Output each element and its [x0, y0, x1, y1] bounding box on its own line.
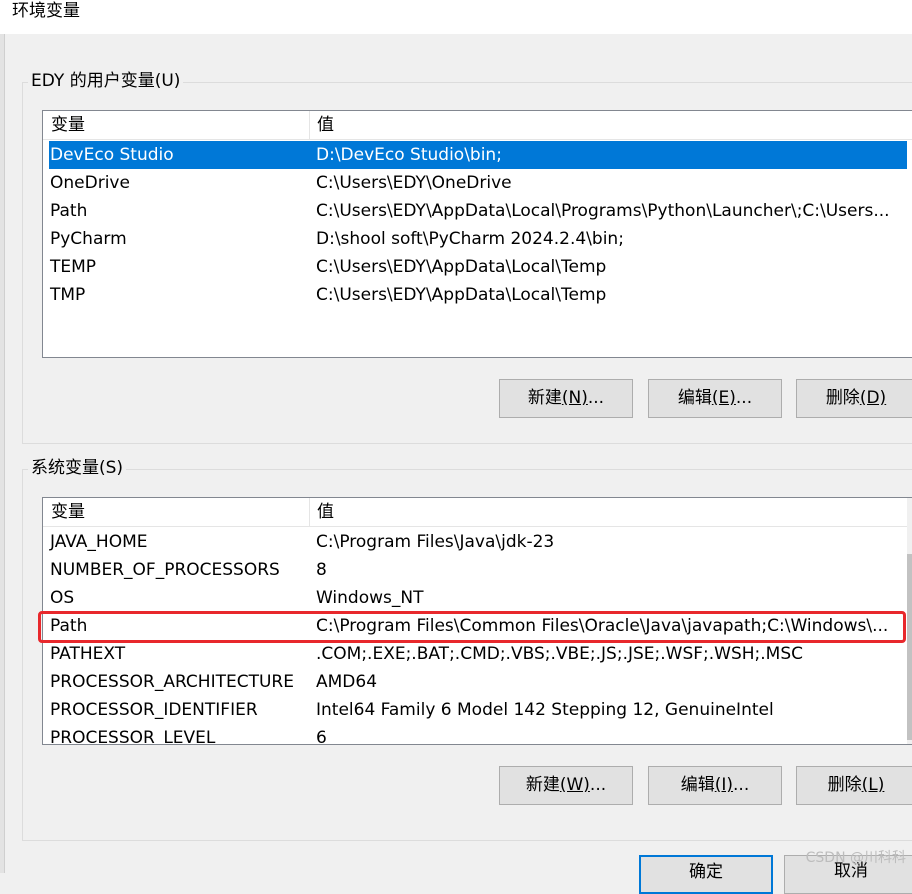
table-row[interactable]: PROCESSOR_LEVEL 6 [49, 724, 907, 745]
table-row[interactable]: Path C:\Program Files\Common Files\Oracle… [49, 612, 907, 640]
variable-name: Path [50, 201, 88, 221]
variable-value: .COM;.EXE;.BAT;.CMD;.VBS;.VBE;.JS;.JSE;.… [316, 644, 804, 664]
variable-value: C:\Program Files\Java\jdk-23 [316, 532, 555, 552]
variable-value: C:\Users\EDY\AppData\Local\Programs\Pyth… [316, 201, 890, 221]
system-edit-button[interactable]: 编辑(I)... [648, 766, 782, 805]
user-variables-list[interactable]: 变量 值 DevEco Studio D:\DevEco Studio\bin; O… [42, 110, 912, 358]
table-row[interactable]: Path C:\Users\EDY\AppData\Local\Programs\… [49, 197, 907, 225]
variable-value: 6 [316, 728, 327, 745]
system-list-scrollbar[interactable] [907, 498, 912, 744]
watermark: CSDN @川科科 [805, 850, 906, 866]
variable-name: OS [50, 588, 75, 608]
variable-name: Path [50, 616, 88, 636]
column-header-value[interactable]: 值 [317, 111, 334, 139]
user-edit-button[interactable]: 编辑(E)... [648, 379, 782, 418]
variable-value: C:\Users\EDY\AppData\Local\Temp [316, 285, 607, 305]
user-new-button[interactable]: 新建(N)... [499, 379, 633, 418]
variable-name: TMP [50, 285, 86, 305]
user-variables-label: EDY 的用户变量(U) [28, 70, 184, 92]
ok-button[interactable]: 确定 [639, 855, 773, 894]
system-variables-list[interactable]: 变量 值 JAVA_HOME C:\Program Files\Java\jdk-… [42, 497, 912, 745]
variable-name: PROCESSOR_IDENTIFIER [50, 700, 258, 720]
variable-value: C:\Program Files\Common Files\Oracle\Jav… [316, 616, 889, 636]
column-separator[interactable] [309, 111, 310, 139]
variable-name: NUMBER_OF_PROCESSORS [50, 560, 280, 580]
table-row[interactable]: PROCESSOR_ARCHITECTURE AMD64 [49, 668, 907, 696]
variable-value: D:\DevEco Studio\bin; [316, 145, 502, 165]
system-list-header: 变量 值 [43, 498, 912, 527]
table-row[interactable]: JAVA_HOME C:\Program Files\Java\jdk-23 [49, 528, 907, 556]
variable-name: JAVA_HOME [50, 532, 148, 552]
variable-name: PATHEXT [50, 644, 126, 664]
variable-name: OneDrive [50, 173, 130, 193]
user-list-header: 变量 值 [43, 111, 912, 140]
column-separator[interactable] [309, 498, 310, 526]
window-title: 环境变量 [12, 1, 80, 21]
user-delete-button[interactable]: 删除(D) [796, 379, 912, 418]
table-row[interactable]: OneDrive C:\Users\EDY\OneDrive [49, 169, 907, 197]
table-row[interactable]: TMP C:\Users\EDY\AppData\Local\Temp [49, 281, 907, 309]
table-row[interactable]: PROCESSOR_IDENTIFIER Intel64 Family 6 Mod… [49, 696, 907, 724]
variable-name: TEMP [50, 257, 97, 277]
table-row[interactable]: PyCharm D:\shool soft\PyCharm 2024.2.4\bi… [49, 225, 907, 253]
variable-value: AMD64 [316, 672, 378, 692]
variable-value: C:\Users\EDY\AppData\Local\Temp [316, 257, 607, 277]
variable-value: C:\Users\EDY\OneDrive [316, 173, 512, 193]
system-delete-button[interactable]: 删除(L) [796, 766, 912, 805]
variable-value: D:\shool soft\PyCharm 2024.2.4\bin; [316, 229, 624, 249]
table-row[interactable]: DevEco Studio D:\DevEco Studio\bin; [49, 141, 907, 169]
variable-name: PROCESSOR_ARCHITECTURE [50, 672, 294, 692]
column-header-value[interactable]: 值 [317, 498, 334, 526]
variable-name: PROCESSOR_LEVEL [50, 728, 216, 745]
background-window-edge [0, 0, 5, 873]
title-bar: 环境变量 [0, 0, 912, 34]
system-variables-label: 系统变量(S) [28, 457, 127, 479]
variable-value: 8 [316, 560, 327, 580]
variable-name: DevEco Studio [50, 145, 174, 165]
variable-value: Windows_NT [316, 588, 424, 608]
column-header-variable[interactable]: 变量 [51, 111, 85, 139]
system-new-button[interactable]: 新建(W)... [499, 766, 633, 805]
table-row[interactable]: OS Windows_NT [49, 584, 907, 612]
variable-name: PyCharm [50, 229, 127, 249]
column-header-variable[interactable]: 变量 [51, 498, 85, 526]
table-row[interactable]: TEMP C:\Users\EDY\AppData\Local\Temp [49, 253, 907, 281]
variable-value: Intel64 Family 6 Model 142 Stepping 12, … [316, 700, 774, 720]
scrollbar-thumb[interactable] [907, 554, 912, 740]
table-row[interactable]: PATHEXT .COM;.EXE;.BAT;.CMD;.VBS;.VBE;.JS… [49, 640, 907, 668]
table-row[interactable]: NUMBER_OF_PROCESSORS 8 [49, 556, 907, 584]
